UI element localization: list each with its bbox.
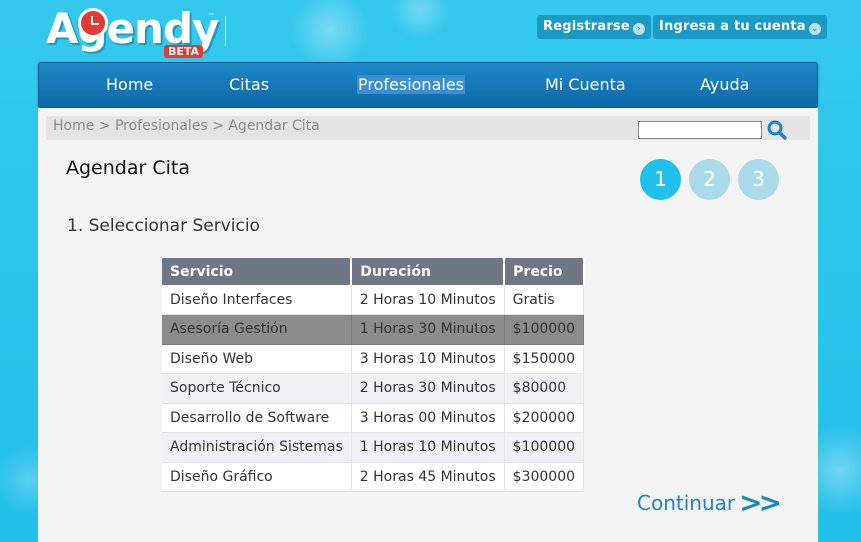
register-label: Registrarse — [543, 19, 630, 34]
agendy-logo[interactable]: Agendy ™ BETA — [46, 4, 219, 60]
cell-precio: $300000 — [504, 462, 585, 492]
cell-duracion: 1 Horas 10 Minutos — [351, 432, 505, 463]
cell-precio: Gratis — [504, 285, 585, 315]
cell-duracion: 2 Horas 30 Minutos — [351, 373, 505, 404]
login-button[interactable]: Ingresa a tu cuenta ⌄ — [653, 15, 827, 39]
cell-servicio: Soporte Técnico — [162, 373, 352, 404]
page-title: Agendar Cita — [66, 157, 190, 179]
nav-item-home[interactable]: Home — [106, 75, 153, 94]
nav-item-citas[interactable]: Citas — [229, 75, 269, 94]
chevron-down-icon: ⌄ — [808, 23, 821, 35]
cell-servicio: Desarrollo de Software — [162, 403, 352, 433]
table-row[interactable]: Soporte Técnico 2 Horas 30 Minutos $8000… — [162, 373, 585, 404]
continue-button[interactable]: Continuar >> — [637, 486, 782, 519]
section-title: 1. Seleccionar Servicio — [67, 216, 260, 236]
cell-servicio: Diseño Web — [162, 344, 352, 374]
cell-duracion: 2 Horas 10 Minutos — [351, 285, 505, 315]
main-nav: Home Citas Profesionales Mi Cuenta Ayuda — [38, 62, 818, 108]
search-input[interactable] — [638, 121, 762, 139]
cell-precio: $100000 — [504, 314, 585, 345]
double-chevron-right-icon: >> — [739, 486, 782, 519]
column-header-precio: Precio — [504, 258, 585, 285]
cell-servicio: Administración Sistemas — [162, 432, 352, 463]
table-header-row: Servicio Duración Precio — [162, 258, 585, 285]
continue-label: Continuar — [637, 491, 736, 515]
cell-duracion: 3 Horas 10 Minutos — [351, 344, 505, 374]
nav-item-ayuda[interactable]: Ayuda — [700, 75, 749, 94]
table-row[interactable]: Diseño Interfaces 2 Horas 10 Minutos Gra… — [162, 285, 585, 315]
table-row-selected[interactable]: Asesoría Gestión 1 Horas 30 Minutos $100… — [162, 314, 585, 345]
alarm-clock-icon — [78, 8, 108, 38]
column-header-duracion: Duración — [351, 258, 506, 285]
header-divider — [225, 16, 226, 46]
search-icon[interactable] — [766, 119, 788, 141]
logo-trademark: ™ — [208, 12, 215, 20]
column-header-servicio: Servicio — [162, 258, 353, 285]
cell-precio: $80000 — [504, 373, 585, 404]
arrow-right-icon: › — [632, 23, 645, 35]
table-row[interactable]: Diseño Gráfico 2 Horas 45 Minutos $30000… — [162, 462, 585, 492]
nav-item-mi-cuenta[interactable]: Mi Cuenta — [545, 75, 626, 94]
step-1: 1 — [640, 159, 681, 200]
table-row[interactable]: Diseño Web 3 Horas 10 Minutos $150000 — [162, 344, 585, 374]
register-button[interactable]: Registrarse › — [537, 15, 651, 39]
table-row[interactable]: Administración Sistemas 1 Horas 10 Minut… — [162, 432, 585, 463]
cell-precio: $150000 — [504, 344, 585, 374]
table-row[interactable]: Desarrollo de Software 3 Horas 00 Minuto… — [162, 403, 585, 433]
cell-servicio: Asesoría Gestión — [162, 314, 352, 345]
cell-precio: $200000 — [504, 403, 585, 433]
cell-duracion: 2 Horas 45 Minutos — [351, 462, 505, 492]
beta-badge: BETA — [164, 45, 204, 58]
cell-servicio: Diseño Gráfico — [162, 462, 352, 492]
services-table: Servicio Duración Precio Diseño Interfac… — [162, 258, 585, 492]
cell-servicio: Diseño Interfaces — [162, 285, 352, 315]
breadcrumb[interactable]: Home > Profesionales > Agendar Cita — [53, 118, 320, 134]
cell-precio: $100000 — [504, 432, 585, 463]
nav-item-profesionales[interactable]: Profesionales — [357, 75, 465, 94]
cell-duracion: 3 Horas 00 Minutos — [351, 403, 505, 433]
cell-duracion: 1 Horas 30 Minutos — [351, 314, 505, 345]
login-label: Ingresa a tu cuenta — [659, 19, 806, 34]
step-3: 3 — [738, 159, 779, 200]
step-2: 2 — [689, 159, 730, 200]
main-content: Home > Profesionales > Agendar Cita Agen… — [38, 108, 818, 542]
